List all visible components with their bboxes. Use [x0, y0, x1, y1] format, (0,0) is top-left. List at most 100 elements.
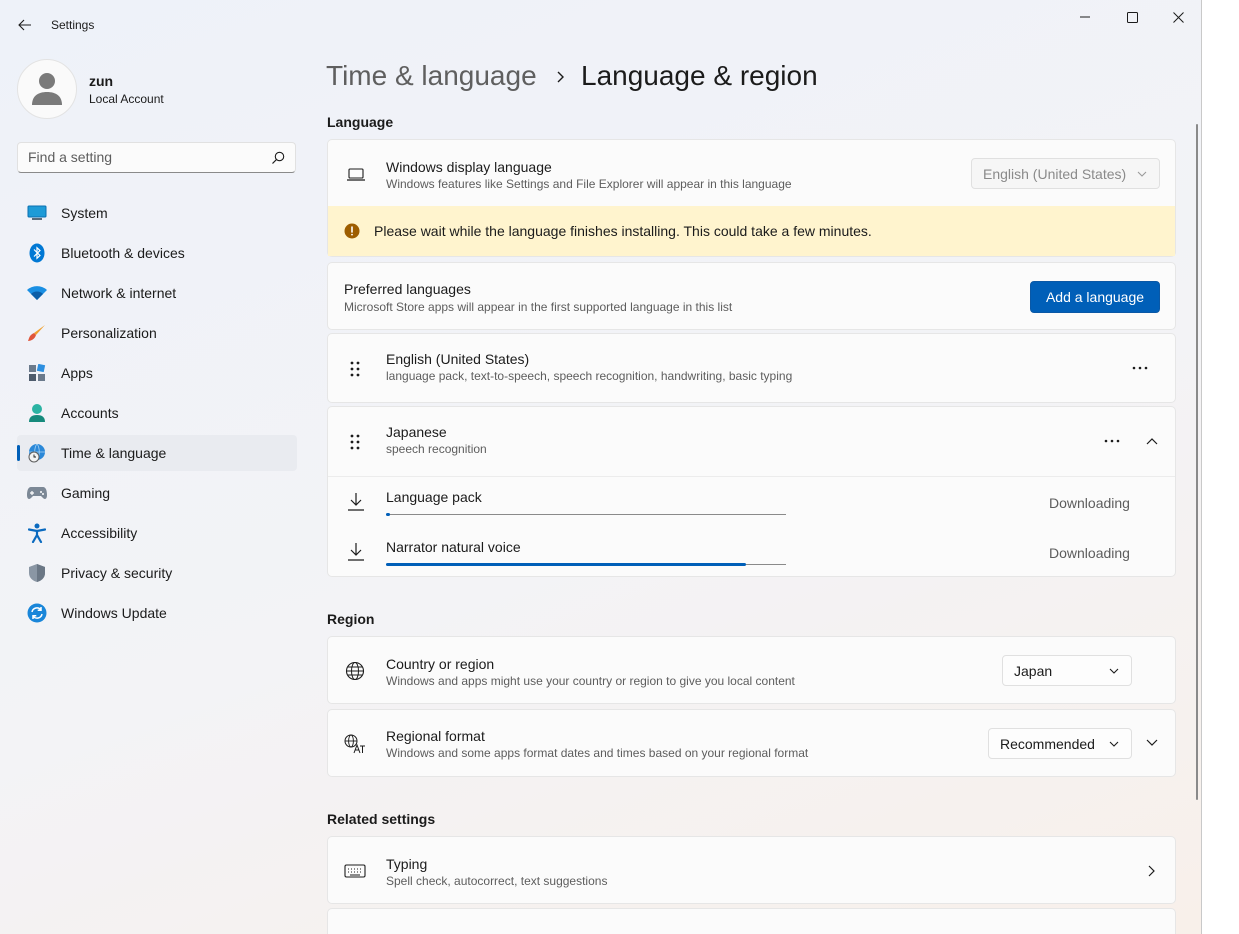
download-progress-fill [386, 513, 390, 516]
sidebar-item-accounts[interactable]: Accounts [17, 395, 297, 431]
title-bar: Settings [0, 0, 1201, 48]
language-name: Japanese [386, 424, 447, 440]
navigate-button[interactable] [1138, 861, 1166, 881]
sidebar-item-label: Accessibility [61, 525, 138, 541]
divider [328, 476, 1175, 477]
regional-format-card[interactable]: Regional format Windows and some apps fo… [327, 709, 1176, 777]
sidebar-item-windows-update[interactable]: Windows Update [17, 595, 297, 631]
chevron-down-icon [1146, 739, 1158, 746]
monitor-icon [27, 204, 47, 222]
search-box[interactable] [17, 142, 296, 173]
sidebar-item-gaming[interactable]: Gaming [17, 475, 297, 511]
person-silhouette-icon [32, 73, 62, 105]
language-format-icon [344, 733, 366, 755]
avatar[interactable] [17, 59, 77, 119]
install-warning-banner: Please wait while the language finishes … [328, 206, 1175, 256]
language-features: speech recognition [386, 442, 487, 456]
apps-icon [27, 364, 47, 382]
download-name: Narrator natural voice [386, 539, 521, 555]
user-name: zun [89, 73, 114, 89]
regional-format-title: Regional format [386, 728, 485, 744]
back-button[interactable] [14, 14, 36, 36]
sidebar-item-privacy[interactable]: Privacy & security [17, 555, 297, 591]
page-title: Language & region [581, 60, 818, 91]
regional-format-dropdown[interactable]: Recommended [988, 728, 1132, 759]
scrollbar[interactable] [1196, 124, 1198, 800]
related-setting-card[interactable] [327, 908, 1176, 934]
preferred-languages-title: Preferred languages [344, 281, 471, 297]
warning-icon [344, 223, 360, 239]
sidebar-item-time-language[interactable]: Time & language [17, 435, 297, 471]
sidebar-item-label: Accounts [61, 405, 119, 421]
add-language-button[interactable]: Add a language [1030, 281, 1160, 313]
chevron-down-icon [1109, 668, 1119, 674]
more-options-button[interactable] [1126, 358, 1154, 378]
sidebar-item-personalization[interactable]: Personalization [17, 315, 297, 351]
more-options-button[interactable] [1098, 431, 1126, 451]
person-icon [27, 404, 47, 422]
maximize-button[interactable] [1109, 4, 1155, 30]
close-icon [1172, 11, 1184, 23]
country-region-dropdown[interactable]: Japan [1002, 655, 1132, 686]
display-language-value: English (United States) [983, 165, 1127, 182]
preferred-languages-subtitle: Microsoft Store apps will appear in the … [344, 300, 733, 314]
download-progress-bar [386, 563, 786, 566]
sidebar-item-label: Apps [61, 365, 93, 381]
app-title: Settings [51, 18, 95, 32]
more-icon [1132, 366, 1148, 370]
country-region-subtitle: Windows and apps might use your country … [386, 674, 795, 688]
bluetooth-icon [27, 243, 47, 263]
update-icon [27, 603, 47, 623]
typing-subtitle: Spell check, autocorrect, text suggestio… [386, 874, 608, 888]
sidebar-item-bluetooth[interactable]: Bluetooth & devices [17, 235, 297, 271]
download-progress-fill [386, 563, 746, 566]
sidebar-item-system[interactable]: System [17, 195, 297, 231]
chevron-down-icon [1109, 741, 1119, 747]
laptop-icon [345, 164, 367, 186]
country-region-title: Country or region [386, 656, 495, 672]
download-icon [345, 491, 367, 513]
drag-handle-icon[interactable] [344, 431, 366, 453]
drag-handle-icon[interactable] [344, 358, 366, 380]
collapse-button[interactable] [1138, 431, 1166, 451]
language-item-english[interactable]: English (United States) language pack, t… [327, 333, 1176, 403]
keyboard-icon [344, 860, 366, 882]
sidebar-item-label: Gaming [61, 485, 111, 501]
sidebar-item-network[interactable]: Network & internet [17, 275, 297, 311]
minimize-button[interactable] [1062, 4, 1108, 30]
globe-icon [344, 660, 366, 682]
close-button[interactable] [1155, 4, 1201, 30]
section-heading-region: Region [327, 611, 375, 627]
gamepad-icon [27, 484, 47, 502]
search-input[interactable] [28, 149, 268, 165]
sidebar-item-label: Personalization [61, 325, 157, 341]
chevron-down-icon [1137, 171, 1147, 177]
account-type: Local Account [89, 92, 164, 106]
download-name: Language pack [386, 489, 482, 505]
display-language-title: Windows display language [386, 159, 552, 175]
country-region-value: Japan [1014, 662, 1053, 679]
wifi-icon [27, 284, 47, 302]
chevron-up-icon [1146, 438, 1158, 445]
accessibility-icon [27, 523, 47, 543]
breadcrumb-parent[interactable]: Time & language [326, 60, 537, 92]
section-heading-language: Language [327, 114, 394, 130]
brush-icon [27, 324, 47, 342]
chevron-right-icon [557, 71, 564, 83]
maximize-icon [1126, 11, 1138, 23]
display-language-dropdown[interactable]: English (United States) [971, 158, 1160, 189]
search-icon[interactable] [271, 151, 285, 165]
sidebar-item-label: Network & internet [61, 285, 177, 301]
sidebar-item-accessibility[interactable]: Accessibility [17, 515, 297, 551]
typing-card[interactable]: Typing Spell check, autocorrect, text su… [327, 836, 1176, 904]
country-region-card: Country or region Windows and apps might… [327, 636, 1176, 704]
download-progress-bar [386, 513, 786, 516]
display-language-subtitle: Windows features like Settings and File … [386, 177, 792, 191]
expand-button[interactable] [1138, 733, 1166, 753]
language-features: language pack, text-to-speech, speech re… [386, 369, 793, 383]
sidebar-item-apps[interactable]: Apps [17, 355, 297, 391]
minimize-icon [1080, 16, 1090, 18]
preferred-languages-card: Preferred languages Microsoft Store apps… [327, 262, 1176, 330]
regional-format-value: Recommended [1000, 735, 1095, 752]
download-status: Downloading [1049, 495, 1130, 511]
